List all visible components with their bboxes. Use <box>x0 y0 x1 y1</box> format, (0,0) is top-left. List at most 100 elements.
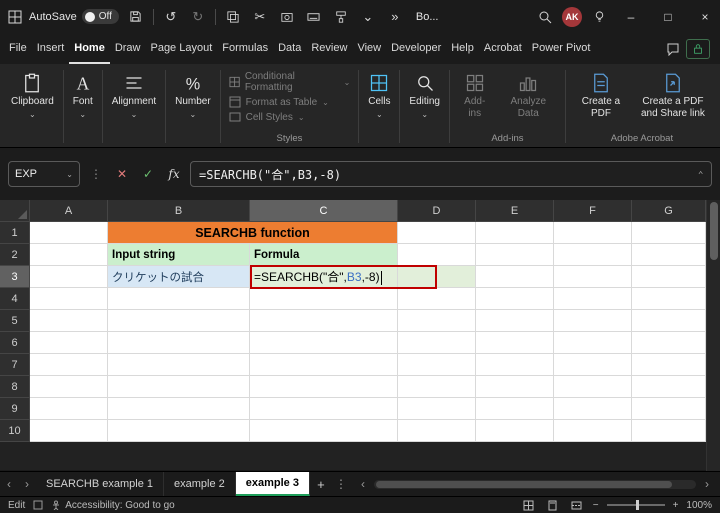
col-header-b[interactable]: B <box>108 200 250 222</box>
grid-cell[interactable] <box>250 310 398 332</box>
grid-cell[interactable] <box>30 354 108 376</box>
cell-b3-input-value[interactable]: クリケットの試合 <box>108 266 250 288</box>
grid-cell[interactable] <box>30 266 108 288</box>
grid-cell[interactable] <box>554 266 632 288</box>
select-all-corner[interactable] <box>0 200 30 222</box>
grid-cell[interactable] <box>30 420 108 442</box>
format-as-table-button[interactable]: Format as Table ⌄ <box>229 96 351 108</box>
grid-cell[interactable] <box>250 354 398 376</box>
grid-cell[interactable] <box>398 376 476 398</box>
grid-cell[interactable] <box>554 310 632 332</box>
grid-cell[interactable] <box>554 354 632 376</box>
zoom-in-button[interactable]: + <box>673 500 679 511</box>
grid-cell[interactable] <box>476 398 554 420</box>
accessibility-status[interactable]: Accessibility: Good to go <box>51 500 175 511</box>
lightbulb-icon[interactable] <box>589 6 609 28</box>
tab-formulas[interactable]: Formulas <box>217 33 273 64</box>
keyboard-icon[interactable] <box>304 6 324 28</box>
grid-cell[interactable] <box>108 376 250 398</box>
col-header-d[interactable]: D <box>398 200 476 222</box>
row-header-7[interactable]: 7 <box>0 354 30 376</box>
grid-cell[interactable] <box>632 420 706 442</box>
hscroll-right-icon[interactable]: › <box>698 477 716 491</box>
grid-cell[interactable] <box>476 310 554 332</box>
insert-function-icon[interactable]: fx <box>164 163 184 185</box>
grid-cell[interactable] <box>632 398 706 420</box>
new-sheet-button[interactable]: + <box>310 472 332 496</box>
tab-file[interactable]: File <box>4 33 32 64</box>
grid-cell[interactable] <box>398 288 476 310</box>
record-macro-icon[interactable] <box>33 500 43 510</box>
share-icon[interactable] <box>686 38 710 59</box>
grid-cell[interactable] <box>30 244 108 266</box>
cell-b1-title[interactable]: SEARCHB function <box>108 222 398 244</box>
grid-cell[interactable] <box>250 420 398 442</box>
grid-cell[interactable] <box>554 398 632 420</box>
tab-home[interactable]: Home <box>69 33 110 64</box>
horizontal-scrollbar-thumb[interactable] <box>375 480 673 488</box>
grid-cell[interactable] <box>632 288 706 310</box>
page-break-view-icon[interactable] <box>569 500 585 511</box>
grid-cell[interactable] <box>250 332 398 354</box>
grid-cell[interactable] <box>398 266 476 288</box>
grid-cell[interactable] <box>398 354 476 376</box>
number-button[interactable]: % Number ⌄ <box>170 69 216 123</box>
col-header-a[interactable]: A <box>30 200 108 222</box>
vertical-scrollbar[interactable] <box>706 200 720 471</box>
grid-cell[interactable] <box>554 420 632 442</box>
grid-cell[interactable] <box>476 420 554 442</box>
tab-page-layout[interactable]: Page Layout <box>145 33 217 64</box>
grid-cell[interactable] <box>30 310 108 332</box>
maximize-button[interactable]: □ <box>653 0 683 33</box>
clipboard-button[interactable]: Clipboard ⌄ <box>6 69 59 123</box>
sheet-next-icon[interactable]: › <box>18 472 36 496</box>
grid-cell[interactable] <box>632 244 706 266</box>
zoom-level[interactable]: 100% <box>686 500 712 511</box>
search-icon[interactable] <box>535 6 555 28</box>
addins-button[interactable]: Add-ins <box>454 69 496 132</box>
page-layout-view-icon[interactable] <box>545 500 561 511</box>
minimize-button[interactable]: – <box>616 0 646 33</box>
redo-icon[interactable]: ↻ <box>188 6 208 28</box>
tab-power-pivot[interactable]: Power Pivot <box>527 33 596 64</box>
cells-button[interactable]: Cells ⌄ <box>363 69 395 123</box>
tab-data[interactable]: Data <box>273 33 306 64</box>
document-title[interactable]: Bo... <box>416 11 439 23</box>
grid-cell[interactable] <box>476 222 554 244</box>
row-header-10[interactable]: 10 <box>0 420 30 442</box>
grid-cell[interactable] <box>476 332 554 354</box>
horizontal-scrollbar-track[interactable] <box>373 479 696 489</box>
grid-cell[interactable] <box>398 398 476 420</box>
row-header-5[interactable]: 5 <box>0 310 30 332</box>
row-header-3[interactable]: 3 <box>0 266 30 288</box>
cell-b2-input-string[interactable]: Input string <box>108 244 250 266</box>
grid-cell[interactable] <box>398 244 476 266</box>
grid-cell[interactable] <box>398 222 476 244</box>
formula-input[interactable]: =SEARCHB("合",B3,-8) ⌄ <box>190 161 712 187</box>
grid-cell[interactable] <box>108 420 250 442</box>
grid-cell[interactable] <box>398 420 476 442</box>
grid-cell[interactable] <box>476 376 554 398</box>
tab-help[interactable]: Help <box>446 33 479 64</box>
grid-cell[interactable] <box>632 266 706 288</box>
hscroll-left-icon[interactable]: ‹ <box>354 477 372 491</box>
grid-cell[interactable] <box>476 266 554 288</box>
col-header-c[interactable]: C <box>250 200 398 222</box>
row-header-1[interactable]: 1 <box>0 222 30 244</box>
grid-cell[interactable] <box>398 310 476 332</box>
sheet-tab-searchb-example-1[interactable]: SEARCHB example 1 <box>36 472 164 496</box>
tab-insert[interactable]: Insert <box>32 33 70 64</box>
analyze-data-button[interactable]: Analyze Data <box>496 69 561 132</box>
qat-overflow-icon[interactable]: » <box>385 6 405 28</box>
grid-cell[interactable] <box>632 354 706 376</box>
vertical-scrollbar-thumb[interactable] <box>709 202 718 260</box>
comments-icon[interactable] <box>660 33 686 64</box>
formula-bar-kebab-icon[interactable]: ⋮ <box>86 163 106 185</box>
grid-cell[interactable] <box>30 288 108 310</box>
grid-cell[interactable] <box>554 332 632 354</box>
sheet-prev-icon[interactable]: ‹ <box>0 472 18 496</box>
row-header-4[interactable]: 4 <box>0 288 30 310</box>
grid-cell[interactable] <box>632 332 706 354</box>
horizontal-scrollbar[interactable]: ‹ › <box>350 472 720 496</box>
row-header-8[interactable]: 8 <box>0 376 30 398</box>
